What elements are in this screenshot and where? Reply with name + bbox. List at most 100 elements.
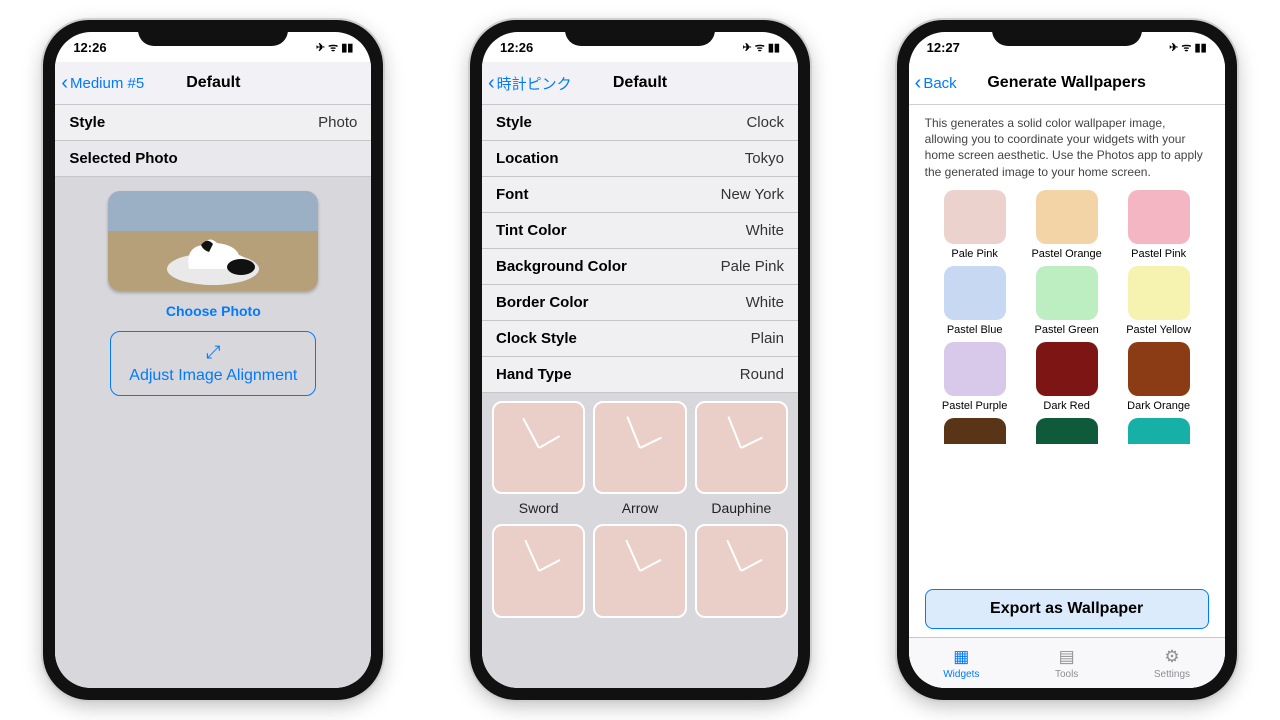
- swatch-label: Pastel Green: [1035, 324, 1099, 336]
- status-icons: ✈ ᯤ ▮▮: [1169, 40, 1206, 55]
- row-value: New York: [721, 186, 784, 203]
- color-swatch[interactable]: Pastel Orange: [1025, 190, 1109, 260]
- back-label: Back: [923, 75, 956, 92]
- cat-image: [153, 229, 273, 285]
- row-key: Clock Style: [496, 330, 577, 347]
- back-label: Medium #5: [70, 75, 144, 92]
- color-swatch[interactable]: Dark Red: [1025, 342, 1109, 412]
- row-border-color[interactable]: Border Color White: [482, 285, 798, 321]
- swatch-label: Pastel Purple: [942, 400, 1007, 412]
- color-swatch[interactable]: Pastel Yellow: [1117, 266, 1201, 336]
- swatch-label: Dark Red: [1043, 400, 1089, 412]
- status-time: 12:26: [500, 40, 533, 55]
- back-label: 時計ピンク: [497, 73, 572, 94]
- row-value: Photo: [318, 114, 357, 131]
- status-icons: ✈ ᯤ ▮▮: [316, 40, 353, 55]
- row-location[interactable]: Location Tokyo: [482, 141, 798, 177]
- row-style[interactable]: StyleClock: [482, 105, 798, 141]
- color-swatch[interactable]: [933, 418, 1017, 444]
- hand-label: Arrow: [593, 496, 686, 516]
- swatch-label: Pastel Blue: [947, 324, 1003, 336]
- row-style[interactable]: Style Photo: [55, 105, 371, 141]
- row-key: Style: [496, 114, 532, 131]
- row-hand-type[interactable]: Hand Type Round: [482, 357, 798, 393]
- photo-thumbnail[interactable]: [108, 191, 318, 291]
- swatch-color: [944, 342, 1006, 396]
- back-button[interactable]: ‹ Medium #5: [55, 73, 144, 93]
- color-swatch[interactable]: [1025, 418, 1109, 444]
- tab-bar: ▦Widgets ▤Tools ⚙ Settings: [909, 637, 1225, 688]
- color-swatch[interactable]: Pastel Pink: [1117, 190, 1201, 260]
- row-key: Style: [69, 114, 105, 131]
- hand-option-dauphine[interactable]: [695, 401, 788, 494]
- swatch-color: [944, 190, 1006, 244]
- tab-widgets[interactable]: ▦Widgets: [909, 638, 1014, 688]
- hand-option[interactable]: [593, 524, 686, 617]
- hand-option-sword[interactable]: [492, 401, 585, 494]
- hand-option[interactable]: [492, 524, 585, 617]
- hand-preview-row-2: [482, 516, 798, 617]
- navbar: ‹ Back Generate Wallpapers: [909, 62, 1225, 105]
- swatch-grid-cut: [909, 412, 1225, 444]
- status-time: 12:27: [927, 40, 960, 55]
- row-value: Pale Pink: [721, 258, 784, 275]
- swatch-color: [1036, 342, 1098, 396]
- swatch-color: [1036, 190, 1098, 244]
- chevron-left-icon: ‹: [488, 73, 495, 93]
- swatch-color: [1128, 418, 1190, 444]
- hand-option-arrow[interactable]: [593, 401, 686, 494]
- swatch-color: [1128, 190, 1190, 244]
- phone-clock-settings: 12:26 ✈ ᯤ ▮▮ ‹ 時計ピンク Default StyleClock …: [470, 20, 810, 700]
- export-wallpaper-button[interactable]: Export as Wallpaper: [925, 589, 1209, 629]
- resize-icon: ⤢: [206, 342, 220, 363]
- swatch-color: [1128, 342, 1190, 396]
- row-tint-color[interactable]: Tint Color White: [482, 213, 798, 249]
- color-swatch[interactable]: Pastel Green: [1025, 266, 1109, 336]
- color-swatch[interactable]: Pastel Blue: [933, 266, 1017, 336]
- row-value: Plain: [751, 330, 784, 347]
- tab-settings[interactable]: ⚙ Settings: [1119, 638, 1224, 688]
- swatch-color: [1128, 266, 1190, 320]
- swatch-color: [1036, 266, 1098, 320]
- swatch-label: Dark Orange: [1127, 400, 1190, 412]
- color-swatch[interactable]: Dark Orange: [1117, 342, 1201, 412]
- choose-photo-button[interactable]: Choose Photo: [166, 303, 261, 319]
- widgets-icon: ▦: [953, 647, 969, 667]
- row-value: White: [746, 294, 784, 311]
- chevron-left-icon: ‹: [61, 73, 68, 93]
- adjust-alignment-button[interactable]: ⤢ Adjust Image Alignment: [110, 331, 316, 396]
- row-key: Location: [496, 150, 559, 167]
- row-key: Tint Color: [496, 222, 567, 239]
- row-font[interactable]: FontNew York: [482, 177, 798, 213]
- hand-label: Sword: [492, 496, 585, 516]
- adjust-label: Adjust Image Alignment: [129, 367, 297, 385]
- status-time: 12:26: [73, 40, 106, 55]
- color-swatch[interactable]: Pale Pink: [933, 190, 1017, 260]
- swatch-label: Pastel Orange: [1031, 248, 1101, 260]
- swatch-color: [944, 418, 1006, 444]
- tab-label: Settings: [1154, 669, 1190, 680]
- color-swatch[interactable]: [1117, 418, 1201, 444]
- hand-option[interactable]: [695, 524, 788, 617]
- swatch-color: [944, 266, 1006, 320]
- row-key: Hand Type: [496, 366, 572, 383]
- row-clock-style[interactable]: Clock Style Plain: [482, 321, 798, 357]
- row-background-color[interactable]: Background ColorPale Pink: [482, 249, 798, 285]
- phone-generate-wallpapers: 12:27 ✈ ᯤ ▮▮ ‹ Back Generate Wallpapers …: [897, 20, 1237, 700]
- notch: [992, 20, 1142, 46]
- tab-tools[interactable]: ▤Tools: [1014, 638, 1119, 688]
- swatch-grid: Pale Pink Pastel Orange Pastel Pink Pastel …: [909, 186, 1225, 412]
- row-key: Border Color: [496, 294, 589, 311]
- navbar: ‹ Medium #5 Default: [55, 62, 371, 105]
- photo-area: Choose Photo ⤢ Adjust Image Alignment: [55, 177, 371, 410]
- notch: [565, 20, 715, 46]
- back-button[interactable]: ‹ Back: [909, 73, 957, 93]
- back-button[interactable]: ‹ 時計ピンク: [482, 73, 572, 94]
- gear-icon: ⚙: [1164, 647, 1179, 667]
- swatch-label: Pastel Yellow: [1126, 324, 1191, 336]
- row-value: White: [746, 222, 784, 239]
- phone-medium-photo: 12:26 ✈ ᯤ ▮▮ ‹ Medium #5 Default Style P…: [43, 20, 383, 700]
- row-value: Round: [740, 366, 784, 383]
- row-value: Tokyo: [745, 150, 784, 167]
- color-swatch[interactable]: Pastel Purple: [933, 342, 1017, 412]
